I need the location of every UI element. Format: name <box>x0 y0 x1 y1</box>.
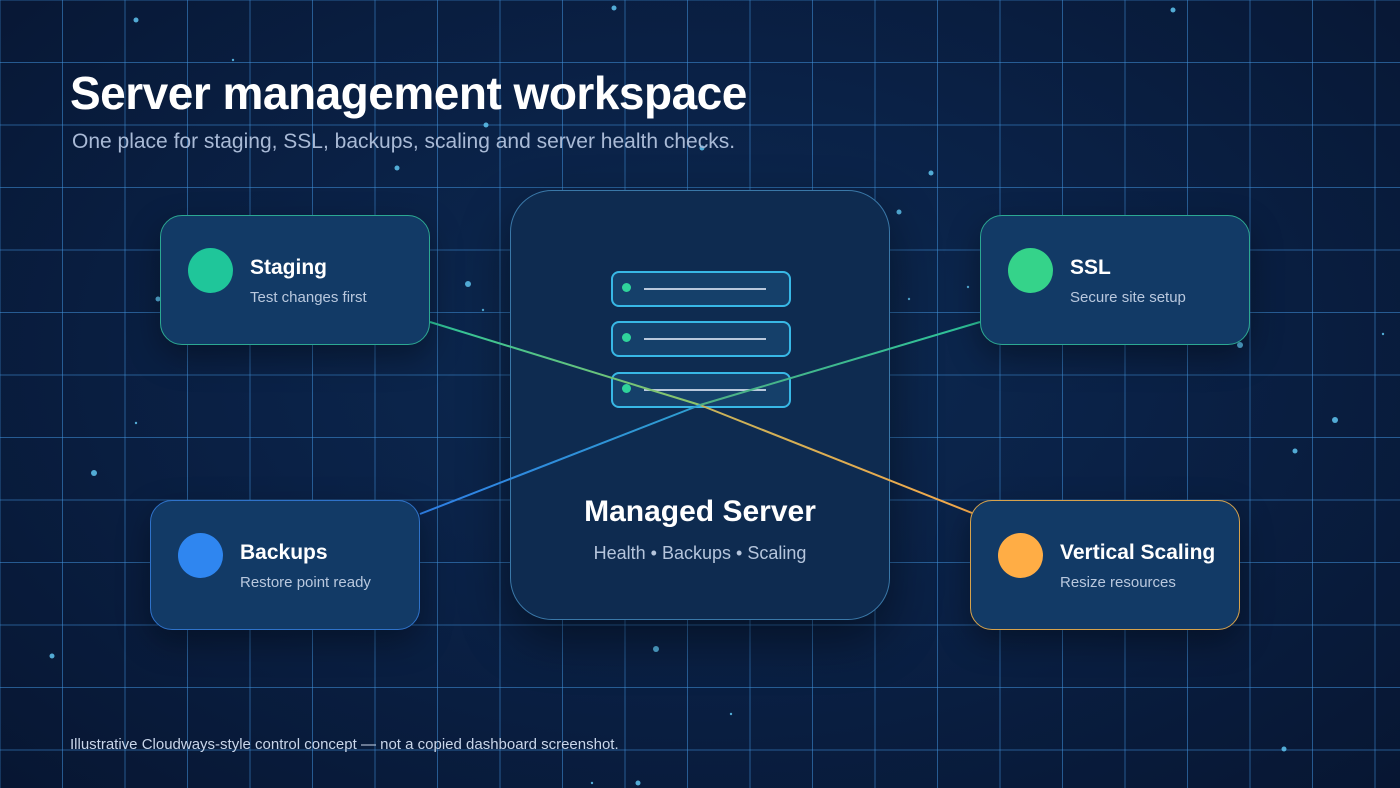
rack-slot-line <box>644 389 766 391</box>
staging-status-dot-icon <box>188 248 233 293</box>
footnote: Illustrative Cloudways-style control con… <box>70 736 619 753</box>
scaling-card-subtitle: Resize resources <box>1060 574 1176 591</box>
hub-title: Managed Server <box>584 495 816 528</box>
backups-card-title: Backups <box>240 541 328 564</box>
rack-slot-line <box>644 338 766 340</box>
star-dot <box>1170 7 1176 13</box>
server-rack-icon <box>611 321 791 357</box>
ssl-card-subtitle: Secure site setup <box>1070 289 1186 306</box>
star-dot <box>1237 342 1243 348</box>
ssl-card-title: SSL <box>1070 256 1111 279</box>
vertical-scaling-card: Vertical Scaling Resize resources <box>970 500 1240 630</box>
star-dot <box>907 297 911 301</box>
staging-card-subtitle: Test changes first <box>250 289 367 306</box>
star-dot <box>896 209 902 215</box>
star-dot <box>394 165 400 171</box>
status-led-icon <box>622 384 631 393</box>
star-dot <box>653 646 659 652</box>
star-dot <box>134 421 138 425</box>
hub-subtitle: Health • Backups • Scaling <box>593 543 807 563</box>
staging-card: Staging Test changes first <box>160 215 430 345</box>
server-rack-icon <box>611 372 791 408</box>
star-dot <box>1332 417 1338 423</box>
star-dot <box>1381 332 1385 336</box>
star-dot <box>611 5 617 11</box>
page-subtitle: One place for staging, SSL, backups, sca… <box>72 130 736 153</box>
ssl-status-dot-icon <box>1008 248 1053 293</box>
managed-server-hub: Managed Server Health • Backups • Scalin… <box>510 190 890 620</box>
scaling-status-dot-icon <box>998 533 1043 578</box>
backups-card-subtitle: Restore point ready <box>240 574 371 591</box>
page-title: Server management workspace <box>70 67 747 119</box>
star-dot <box>91 470 97 476</box>
backups-card: Backups Restore point ready <box>150 500 420 630</box>
rack-slot-line <box>644 288 766 290</box>
star-dot <box>49 653 55 659</box>
star-dot <box>1292 448 1298 454</box>
star-dot <box>1281 746 1287 752</box>
star-dot <box>481 308 485 312</box>
star-dot <box>966 285 970 289</box>
scaling-card-title: Vertical Scaling <box>1060 541 1216 564</box>
staging-card-title: Staging <box>250 256 327 279</box>
server-rack-icon <box>611 271 791 307</box>
star-dot <box>590 781 594 785</box>
star-dot <box>729 712 733 716</box>
status-led-icon <box>622 333 631 342</box>
ssl-card: SSL Secure site setup <box>980 215 1250 345</box>
star-dot <box>133 17 139 23</box>
star-dot <box>465 281 471 287</box>
star-dot <box>231 58 235 62</box>
star-dot <box>635 780 641 786</box>
backups-status-dot-icon <box>178 533 223 578</box>
status-led-icon <box>622 283 631 292</box>
star-dot <box>483 122 489 128</box>
star-dot <box>928 170 934 176</box>
